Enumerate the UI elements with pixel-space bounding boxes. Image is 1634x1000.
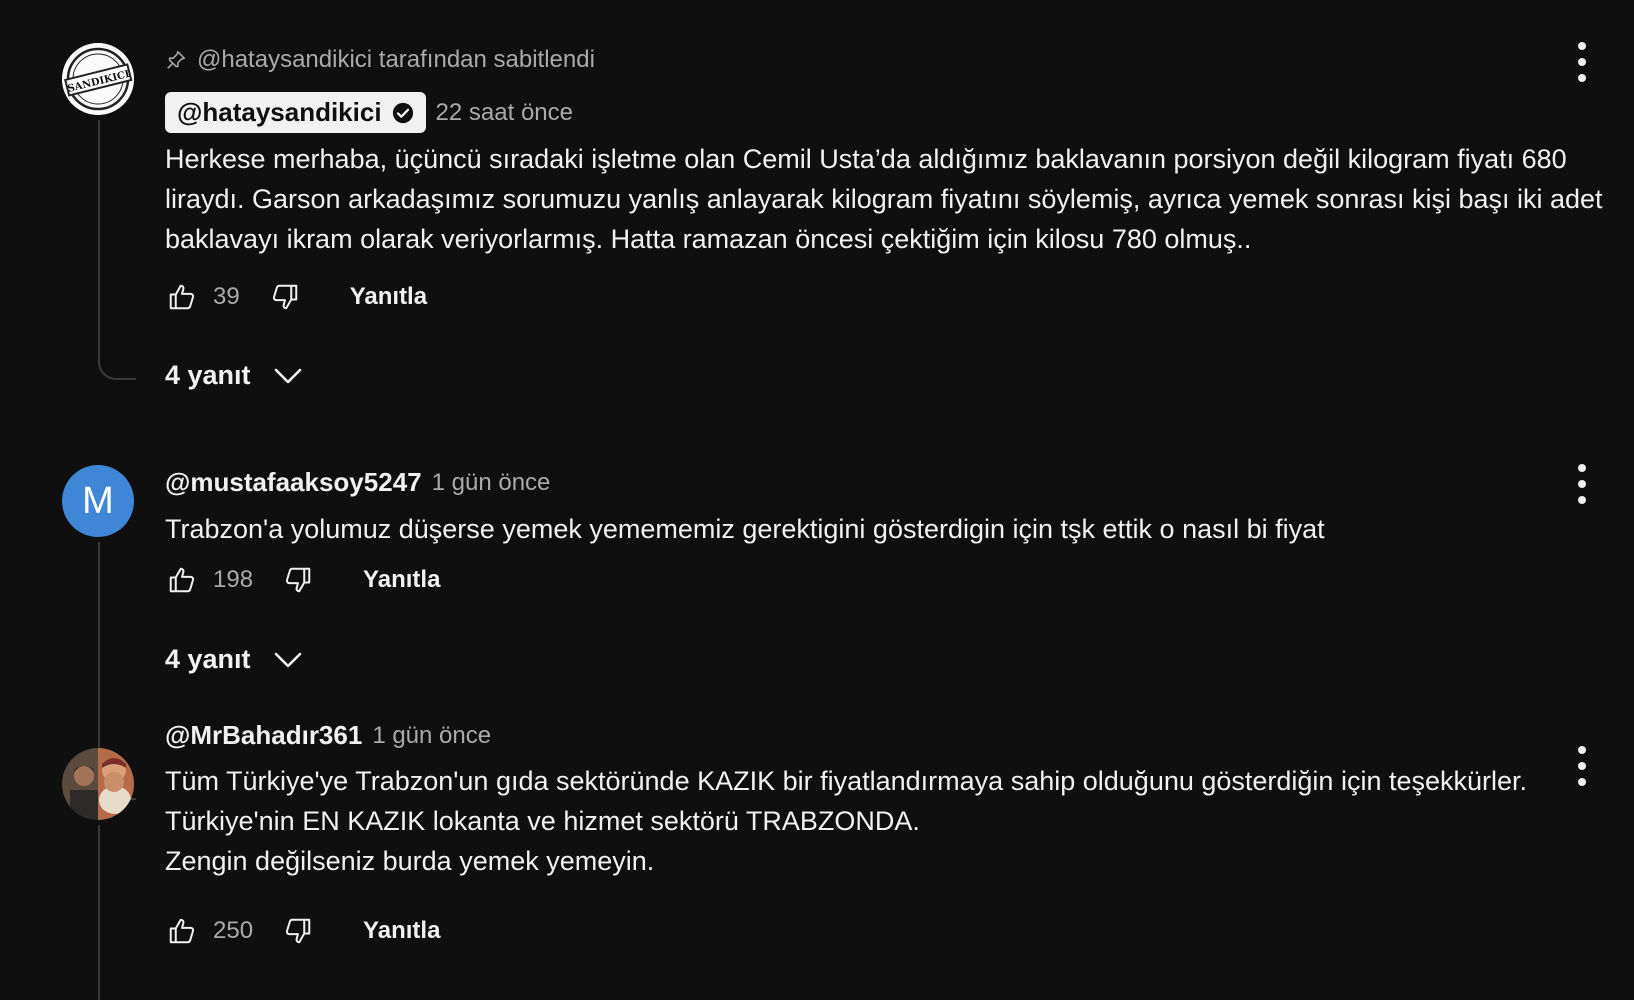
dislike-button[interactable] [281, 563, 315, 597]
thumbs-up-icon [169, 567, 195, 593]
reply-button[interactable]: Yanıtla [363, 917, 440, 945]
dislike-button[interactable] [281, 914, 315, 948]
avatar-mrbahadir[interactable] [62, 748, 134, 820]
pinned-indicator: @hataysandikici tarafından sabitlendi [165, 46, 595, 74]
profile-photo-icon [62, 748, 134, 820]
like-count: 39 [213, 283, 240, 310]
like-button[interactable] [165, 914, 199, 948]
replies-toggle[interactable]: 4 yanıt [165, 360, 303, 391]
thumbs-up-icon [169, 284, 195, 310]
replies-toggle[interactable]: 4 yanıt [165, 644, 303, 675]
thread-line [98, 825, 100, 1000]
reply-button[interactable]: Yanıtla [363, 566, 440, 594]
author-name[interactable]: @mustafaaksoy5247 [165, 467, 422, 498]
author-chip[interactable]: @hataysandikici [165, 92, 426, 133]
thread-line [98, 120, 136, 380]
thumbs-up-icon [169, 918, 195, 944]
replies-count: 4 yanıt [165, 644, 251, 674]
comment-actions: 39 Yanıtla [165, 280, 427, 314]
verified-badge-icon [392, 102, 413, 123]
avatar-letter: M [82, 479, 114, 522]
comment-header: @hataysandikici 22 saat önce [165, 92, 573, 133]
pin-icon [167, 50, 186, 69]
comment-time[interactable]: 1 gün önce [432, 469, 551, 497]
thumbs-down-icon [285, 567, 311, 593]
comment: M @mustafaaksoy5247 1 gün önce Trabzon'a… [0, 420, 1634, 800]
comment: @MrBahadır361 1 gün önce Tüm Türkiye'ye … [0, 700, 1634, 1000]
chevron-down-icon [274, 652, 301, 667]
comment-header: @MrBahadır361 1 gün önce [165, 720, 491, 751]
author-name[interactable]: @hataysandikici [177, 97, 382, 128]
replies-count: 4 yanıt [165, 360, 251, 390]
reply-button[interactable]: Yanıtla [350, 283, 427, 311]
comment-actions: 198 Yanıtla [165, 563, 440, 597]
author-name[interactable]: @MrBahadır361 [165, 720, 362, 751]
avatar-hataysandikici[interactable]: SANDIKICI [62, 43, 134, 115]
thumbs-down-icon [272, 284, 297, 310]
like-count: 250 [213, 917, 254, 944]
avatar-mustafaaksoy[interactable]: M [62, 465, 134, 537]
comment-text: Herkese merhaba, üçüncü sıradaki işletme… [165, 144, 1603, 254]
more-actions-button[interactable] [1570, 42, 1594, 82]
comment-actions: 250 Yanıtla [165, 914, 440, 948]
comment-text: Trabzon'a yolumuz düşerse yemek yemememi… [165, 514, 1325, 544]
like-button[interactable] [165, 563, 199, 597]
pinned-label: @hataysandikici tarafından sabitlendi [197, 46, 595, 73]
sandikici-logo-icon: SANDIKICI [62, 43, 134, 115]
like-count: 198 [213, 566, 254, 593]
comment-header: @mustafaaksoy5247 1 gün önce [165, 467, 550, 498]
like-button[interactable] [165, 280, 199, 314]
comment-pinned: SANDIKICI @hataysandikici tarafından sab… [0, 0, 1634, 420]
more-actions-button[interactable] [1570, 464, 1594, 504]
more-actions-button[interactable] [1570, 746, 1594, 786]
comment-time[interactable]: 22 saat önce [436, 99, 573, 127]
chevron-down-icon [274, 368, 301, 383]
comment-text: Tüm Türkiye'ye Trabzon'un gıda sektöründ… [165, 766, 1528, 876]
dislike-button[interactable] [268, 280, 302, 314]
comment-time[interactable]: 1 gün önce [372, 722, 491, 750]
thumbs-down-icon [285, 918, 311, 944]
